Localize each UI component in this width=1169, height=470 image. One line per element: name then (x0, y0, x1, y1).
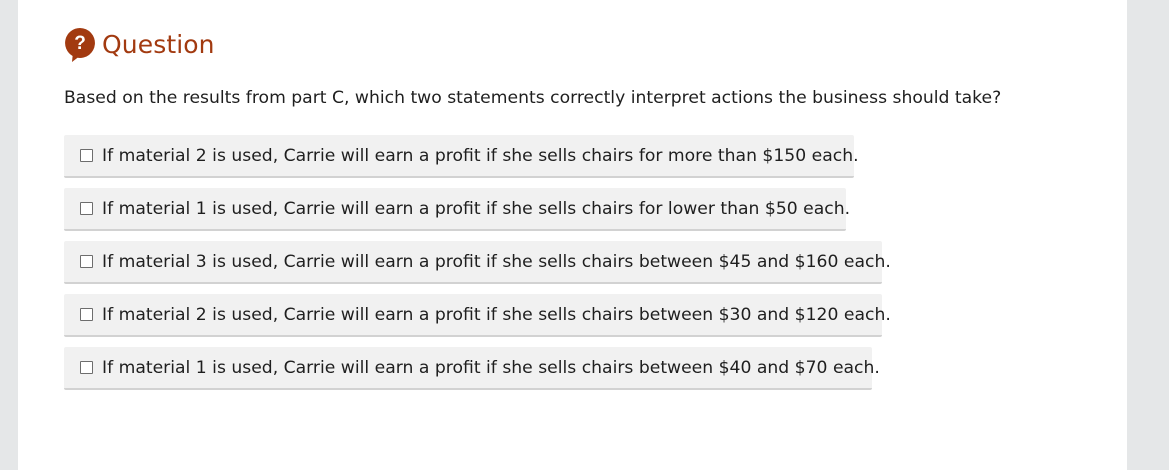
answer-option-2-label: If material 1 is used, Carrie will earn … (102, 198, 851, 219)
answer-option-4-label: If material 2 is used, Carrie will earn … (102, 304, 891, 325)
answer-option-5-label: If material 1 is used, Carrie will earn … (102, 357, 880, 378)
answer-option-1[interactable]: If material 2 is used, Carrie will earn … (64, 135, 859, 178)
question-panel: ? Question Based on the results from par… (18, 0, 1127, 470)
question-mark-glyph: ? (74, 33, 86, 54)
answer-option-3[interactable]: If material 3 is used, Carrie will earn … (64, 241, 891, 284)
question-mark-icon: ? (65, 28, 95, 62)
answer-option-1-label: If material 2 is used, Carrie will earn … (102, 145, 859, 166)
answer-option-5-checkbox[interactable] (80, 361, 93, 374)
answer-option-3-label: If material 3 is used, Carrie will earn … (102, 251, 891, 272)
answer-option-4-checkbox[interactable] (80, 308, 93, 321)
answer-option-1-checkbox[interactable] (80, 149, 93, 162)
answer-option-2-checkbox[interactable] (80, 202, 93, 215)
question-title: Question (102, 30, 215, 59)
question-prompt: Based on the results from part C, which … (64, 88, 1002, 108)
answer-option-2[interactable]: If material 1 is used, Carrie will earn … (64, 188, 850, 231)
answer-option-3-checkbox[interactable] (80, 255, 93, 268)
answer-options: If material 2 is used, Carrie will earn … (64, 135, 891, 400)
question-header: ? Question (64, 27, 215, 63)
answer-option-4[interactable]: If material 2 is used, Carrie will earn … (64, 294, 891, 337)
answer-option-5[interactable]: If material 1 is used, Carrie will earn … (64, 347, 880, 390)
